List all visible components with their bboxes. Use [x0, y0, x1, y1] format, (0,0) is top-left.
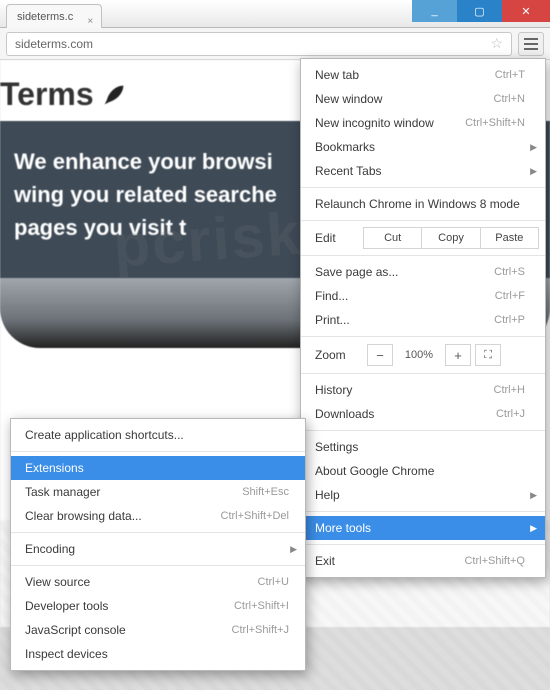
menu-relaunch-win8[interactable]: Relaunch Chrome in Windows 8 mode [301, 192, 545, 216]
submenu-encoding[interactable]: Encoding▶ [11, 537, 305, 561]
browser-toolbar: sideterms.com ☆ [0, 28, 550, 60]
hamburger-bar-icon [524, 38, 538, 40]
menu-edit-row: Edit Cut Copy Paste [301, 225, 545, 251]
url-text: sideterms.com [15, 37, 93, 51]
menu-bookmarks[interactable]: Bookmarks▶ [301, 135, 545, 159]
menu-separator [301, 511, 545, 512]
chrome-main-menu: New tabCtrl+T New windowCtrl+N New incog… [300, 58, 546, 578]
menu-separator [301, 430, 545, 431]
menu-separator [11, 565, 305, 566]
zoom-out-button[interactable]: − [367, 344, 393, 366]
zoom-value: 100% [397, 349, 441, 361]
submenu-inspect-devices[interactable]: Inspect devices [11, 642, 305, 666]
submenu-developer-tools[interactable]: Developer toolsCtrl+Shift+I [11, 594, 305, 618]
submenu-view-source[interactable]: View sourceCtrl+U [11, 570, 305, 594]
submenu-arrow-icon: ▶ [290, 544, 297, 555]
menu-help[interactable]: Help▶ [301, 483, 545, 507]
submenu-clear-data[interactable]: Clear browsing data...Ctrl+Shift+Del [11, 504, 305, 528]
submenu-create-shortcuts[interactable]: Create application shortcuts... [11, 423, 305, 447]
menu-find[interactable]: Find...Ctrl+F [301, 284, 545, 308]
menu-new-tab[interactable]: New tabCtrl+T [301, 63, 545, 87]
menu-print[interactable]: Print...Ctrl+P [301, 308, 545, 332]
window-maximize-button[interactable]: ▢ [457, 0, 502, 22]
menu-separator [301, 255, 545, 256]
menu-separator [301, 373, 545, 374]
submenu-arrow-icon: ▶ [530, 490, 537, 501]
window-titlebar: sideterms.c × _ ▢ ✕ [0, 0, 550, 28]
menu-separator [301, 544, 545, 545]
site-logo-text: Terms [0, 76, 94, 113]
zoom-label: Zoom [315, 348, 363, 362]
window-minimize-button[interactable]: _ [412, 0, 457, 22]
copy-button[interactable]: Copy [422, 227, 480, 249]
hamburger-bar-icon [524, 48, 538, 50]
menu-about[interactable]: About Google Chrome [301, 459, 545, 483]
menu-exit[interactable]: ExitCtrl+Shift+Q [301, 549, 545, 573]
submenu-extensions[interactable]: Extensions [11, 456, 305, 480]
submenu-arrow-icon: ▶ [530, 166, 537, 177]
menu-new-window[interactable]: New windowCtrl+N [301, 87, 545, 111]
menu-more-tools[interactable]: More tools▶ [301, 516, 545, 540]
menu-separator [11, 532, 305, 533]
zoom-in-button[interactable]: + [445, 344, 471, 366]
submenu-js-console[interactable]: JavaScript consoleCtrl+Shift+J [11, 618, 305, 642]
more-tools-submenu: Create application shortcuts... Extensio… [10, 418, 306, 671]
close-tab-icon[interactable]: × [87, 10, 93, 34]
submenu-arrow-icon: ▶ [530, 523, 537, 534]
cut-button[interactable]: Cut [363, 227, 422, 249]
menu-zoom-row: Zoom − 100% + ⛶ [301, 341, 545, 369]
menu-separator [301, 187, 545, 188]
tab-title: sideterms.c [17, 11, 73, 23]
submenu-arrow-icon: ▶ [530, 142, 537, 153]
menu-downloads[interactable]: DownloadsCtrl+J [301, 402, 545, 426]
paste-button[interactable]: Paste [481, 227, 539, 249]
fullscreen-button[interactable]: ⛶ [475, 344, 501, 366]
menu-new-incognito[interactable]: New incognito windowCtrl+Shift+N [301, 111, 545, 135]
menu-history[interactable]: HistoryCtrl+H [301, 378, 545, 402]
bookmark-star-icon[interactable]: ☆ [490, 35, 503, 52]
window-close-button[interactable]: ✕ [502, 0, 550, 22]
menu-save-page[interactable]: Save page as...Ctrl+S [301, 260, 545, 284]
feather-icon [100, 81, 128, 109]
hamburger-menu-button[interactable] [518, 32, 544, 56]
submenu-task-manager[interactable]: Task managerShift+Esc [11, 480, 305, 504]
browser-tab[interactable]: sideterms.c × [6, 4, 102, 28]
menu-settings[interactable]: Settings [301, 435, 545, 459]
hamburger-bar-icon [524, 43, 538, 45]
menu-recent-tabs[interactable]: Recent Tabs▶ [301, 159, 545, 183]
edit-label: Edit [315, 231, 363, 245]
menu-separator [301, 220, 545, 221]
menu-separator [301, 336, 545, 337]
menu-separator [11, 451, 305, 452]
address-bar[interactable]: sideterms.com ☆ [6, 32, 512, 56]
